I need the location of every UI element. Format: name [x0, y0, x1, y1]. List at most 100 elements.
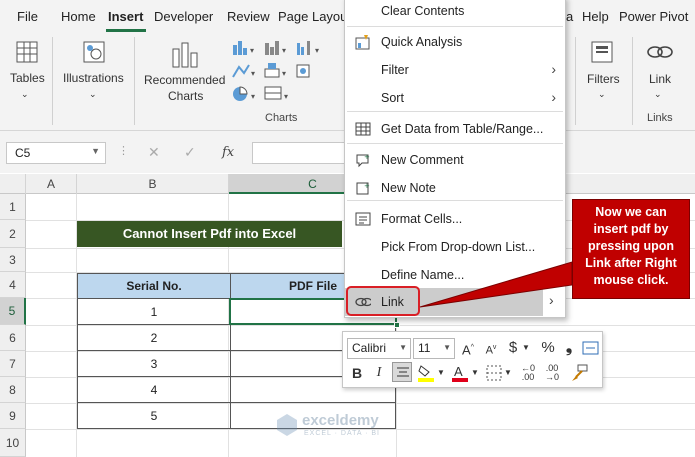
- svg-text:▾: ▾: [282, 69, 286, 78]
- tab-file[interactable]: File: [17, 9, 38, 24]
- recommended-charts-icon: [172, 42, 198, 68]
- tab-home[interactable]: Home: [61, 9, 96, 24]
- comma-style-button[interactable]: ❟: [559, 338, 579, 358]
- serial-cell[interactable]: 5: [77, 402, 231, 429]
- table-icon: [16, 41, 38, 63]
- illustrations-icon: [83, 41, 105, 63]
- menu-item-clear-contents[interactable]: Clear Contents: [345, 0, 565, 25]
- fill-handle[interactable]: [394, 322, 400, 328]
- serial-cell[interactable]: 2: [77, 324, 231, 351]
- percent-style-button[interactable]: %: [538, 338, 558, 358]
- confirm-icon[interactable]: ✓: [184, 144, 196, 161]
- menu-item-sort[interactable]: Sort ›: [345, 84, 565, 112]
- menu-item-get-data[interactable]: Get Data from Table/Range...: [345, 115, 565, 143]
- font-name-value: Calibri: [352, 341, 387, 355]
- quick-analysis-icon: [355, 35, 370, 50]
- row-header-9[interactable]: 9: [0, 403, 26, 429]
- row-header-2[interactable]: 2: [0, 220, 26, 248]
- tab-help[interactable]: Help: [582, 9, 609, 24]
- svg-text:▾: ▾: [315, 46, 319, 55]
- callout-line: Link after Right: [585, 256, 677, 270]
- filters-label: Filters: [587, 72, 620, 86]
- row-header-6[interactable]: 6: [0, 325, 26, 351]
- link-highlight-box: [346, 286, 420, 316]
- sheet-title[interactable]: Cannot Insert Pdf into Excel: [77, 221, 342, 247]
- row-header-3[interactable]: 3: [0, 248, 26, 272]
- column-header-b[interactable]: B: [77, 174, 229, 194]
- callout-line: mouse click.: [593, 273, 669, 287]
- align-center-icon[interactable]: [392, 362, 412, 382]
- mini-toolbar: Calibri ▼ 11 ▼ A^ Av $ ▼ % ❟ B I ▼ A ▼ ▼…: [342, 331, 603, 388]
- serial-cell[interactable]: 3: [77, 350, 231, 377]
- svg-text:▾: ▾: [284, 92, 288, 101]
- row-header-1[interactable]: 1: [0, 194, 26, 220]
- tab-data[interactable]: a: [566, 9, 573, 24]
- ribbon-separator: [134, 37, 135, 125]
- header-serial-no[interactable]: Serial No.: [77, 273, 231, 299]
- menu-item-quick-analysis[interactable]: Quick Analysis: [345, 28, 565, 56]
- chevron-down-icon: ⌄: [598, 89, 606, 99]
- menu-item-new-note[interactable]: + New Note: [345, 174, 565, 202]
- decrease-decimal-icon[interactable]: .00 →0: [542, 364, 562, 384]
- menu-separator: [347, 143, 563, 144]
- chevron-down-icon: ⌄: [654, 89, 662, 99]
- bold-button[interactable]: B: [347, 363, 367, 383]
- watermark: exceldemy EXCEL · DATA · BI: [276, 410, 416, 442]
- filter-icon: [591, 41, 613, 63]
- select-all-corner[interactable]: [0, 174, 26, 194]
- cancel-icon[interactable]: ✕: [148, 144, 160, 161]
- increase-decimal-icon[interactable]: ←0.00: [518, 364, 538, 384]
- menu-label: Define Name...: [381, 268, 465, 282]
- increase-font-icon[interactable]: A^: [458, 338, 478, 358]
- menu-item-new-comment[interactable]: + New Comment: [345, 146, 565, 174]
- ribbon-separator: [575, 37, 576, 125]
- menu-item-filter[interactable]: Filter ›: [345, 56, 565, 84]
- tab-developer[interactable]: Developer: [154, 9, 213, 24]
- insert-function-icon[interactable]: fx: [222, 145, 234, 160]
- callout-box: Now we can insert pdf by pressing upon L…: [572, 199, 690, 299]
- svg-text:▾: ▾: [251, 69, 255, 78]
- chart-type-icons[interactable]: ▾ ▾ ▾ ▾ ▾ ▾ ▾: [231, 39, 341, 103]
- serial-cell[interactable]: 4: [77, 376, 231, 403]
- tab-insert[interactable]: Insert: [108, 9, 143, 24]
- menu-item-define-name[interactable]: Define Name...: [345, 261, 565, 289]
- chevron-right-icon: ›: [551, 89, 556, 105]
- svg-text:A: A: [454, 364, 463, 379]
- menu-item-pick-from-list[interactable]: Pick From Drop-down List...: [345, 233, 565, 261]
- row-header-10[interactable]: 10: [0, 429, 26, 457]
- recommended-charts-label-1: Recommended: [144, 73, 226, 87]
- tab-power-pivot[interactable]: Power Pivot: [619, 9, 688, 24]
- active-tab-indicator: [106, 29, 146, 32]
- font-name-select[interactable]: Calibri ▼: [347, 338, 411, 359]
- name-box[interactable]: C5 ▼: [6, 142, 106, 164]
- row-header-5[interactable]: 5: [0, 298, 26, 325]
- menu-label: Format Cells...: [381, 212, 463, 226]
- decrease-font-icon[interactable]: Av: [481, 338, 501, 358]
- chevron-down-icon: ▼: [522, 343, 530, 352]
- tab-page-layout[interactable]: Page Layou: [278, 9, 347, 24]
- name-box-value: C5: [15, 146, 31, 160]
- tab-review[interactable]: Review: [227, 9, 270, 24]
- table-icon: [355, 122, 371, 136]
- menu-item-format-cells[interactable]: Format Cells...: [345, 205, 565, 233]
- format-painter-icon[interactable]: [570, 363, 590, 383]
- column-header-a[interactable]: A: [26, 174, 77, 194]
- row-header-4[interactable]: 4: [0, 272, 26, 298]
- row-header-7[interactable]: 7: [0, 351, 26, 377]
- watermark-name: exceldemy: [302, 412, 379, 429]
- italic-button[interactable]: I: [369, 363, 389, 383]
- menu-label: Pick From Drop-down List...: [381, 240, 536, 254]
- chevron-down-icon: ▼: [504, 368, 512, 377]
- merge-center-icon[interactable]: [582, 340, 599, 356]
- menu-label: New Comment: [381, 153, 464, 167]
- row-header-8[interactable]: 8: [0, 377, 26, 403]
- menu-separator: [347, 111, 563, 112]
- chevron-down-icon: ▼: [399, 343, 407, 352]
- menu-label: Quick Analysis: [381, 35, 463, 49]
- serial-cell[interactable]: 1: [77, 298, 231, 325]
- chevron-down-icon: ⌄: [21, 89, 29, 99]
- chevron-down-icon: ▼: [437, 368, 445, 377]
- format-cells-icon: [355, 212, 371, 226]
- svg-text:+: +: [364, 182, 370, 190]
- font-size-select[interactable]: 11 ▼: [413, 338, 455, 359]
